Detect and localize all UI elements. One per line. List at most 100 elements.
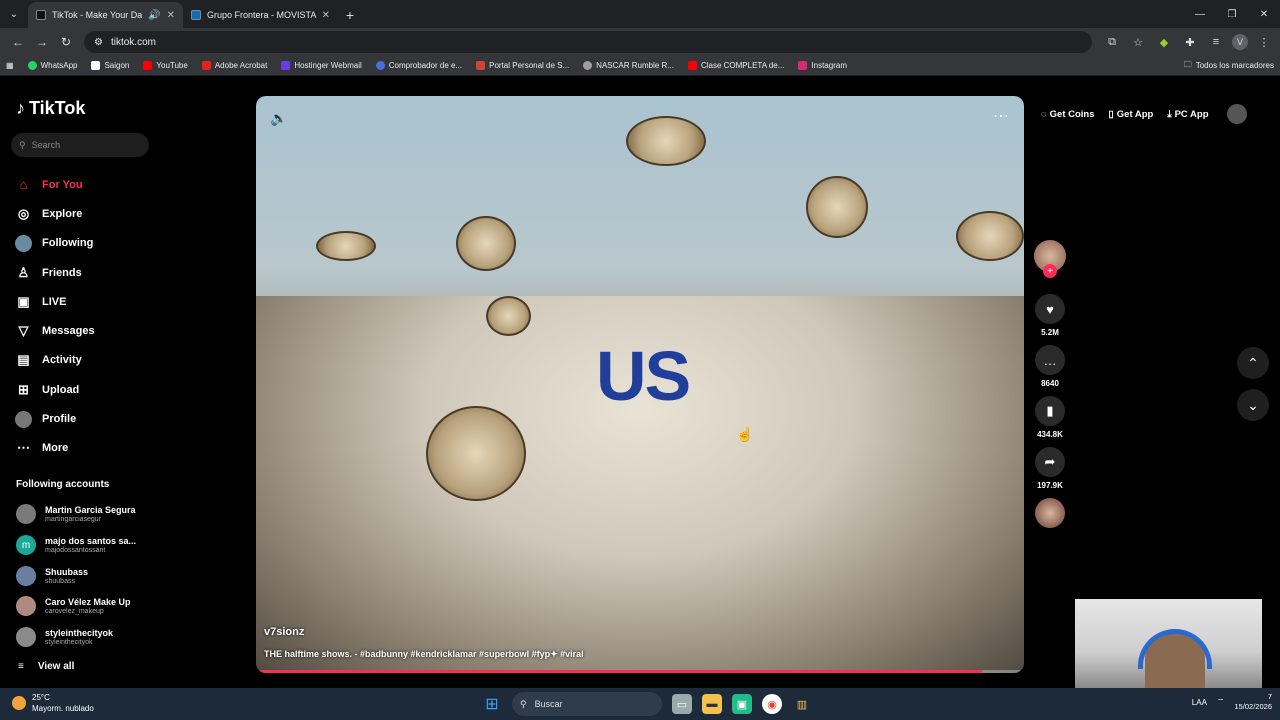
bookmark-star-icon[interactable]: ☆ [1128, 32, 1148, 52]
pc-app-button[interactable]: ⤓ PC App [1167, 109, 1208, 120]
get-app-button[interactable]: ▯ Get App [1109, 109, 1154, 120]
app-icon[interactable]: ▣ [732, 694, 752, 714]
audio-icon[interactable]: 🔊 [148, 10, 160, 21]
more-options-icon[interactable]: ⋯ [993, 106, 1010, 126]
browser-tab-strip: ⌄ TikTok - Make Your Day 🔊 ✕ Grupo Front… [0, 0, 1280, 28]
bookmark-comprobador[interactable]: Comprobador de e... [375, 61, 462, 70]
get-coins-button[interactable]: ◌ Get Coins [1041, 109, 1095, 120]
bookmark-nascar[interactable]: NASCAR Rumble R... [583, 61, 674, 70]
bookmark-whatsapp[interactable]: WhatsApp [27, 61, 77, 70]
avatar [16, 566, 36, 586]
all-bookmarks[interactable]: 🗀 Todos los marcadores [1184, 59, 1274, 73]
video-overlay-text: US [596, 337, 691, 415]
sidebar-item-messages[interactable]: ▽ Messages [15, 316, 225, 345]
save-action[interactable]: ▮ 434.8K [1034, 396, 1066, 439]
sidebar-item-upload[interactable]: ⊞ Upload [15, 375, 225, 404]
media-control-icon[interactable]: ≡ [1206, 32, 1226, 52]
comment-action[interactable]: … 8640 [1034, 345, 1066, 388]
previous-video-button[interactable]: ⌃ [1237, 347, 1269, 379]
next-video-button[interactable]: ⌄ [1237, 389, 1269, 421]
following-account[interactable]: Shuubass shuubass [16, 563, 216, 589]
sidebar-item-activity[interactable]: ▤ Activity [15, 346, 225, 375]
install-app-icon[interactable]: ⧉ [1102, 32, 1122, 52]
address-bar[interactable]: ⚙ tiktok.com [84, 31, 1092, 53]
network-icon[interactable]: ⌔ [1217, 697, 1225, 707]
new-tab-button[interactable]: + [338, 2, 362, 28]
instagram-icon [798, 61, 808, 70]
bookmark-adobe-acrobat[interactable]: Adobe Acrobat [201, 61, 267, 70]
view-all-link[interactable]: ≡ View all [18, 661, 74, 672]
following-account[interactable]: Martin Garcia Segura martingarciasegur [16, 501, 216, 527]
windows-start-icon[interactable]: ⊞ [482, 694, 502, 714]
reload-icon[interactable]: ↻ [54, 30, 78, 54]
following-account[interactable]: styleinthecityok styleinthecityok [16, 624, 216, 650]
taskbar-search[interactable]: ⚲ Buscar [512, 692, 662, 716]
comment-count: 8640 [1041, 379, 1059, 388]
chevron-up-icon: ⌃ [1247, 354, 1259, 371]
sidebar-item-explore[interactable]: ◎ Explore [15, 199, 225, 228]
search-input[interactable]: ⚲ Search [11, 133, 149, 157]
file-explorer-icon[interactable]: ▬ [702, 694, 722, 714]
bookmark-saigon[interactable]: Saigon [91, 61, 129, 70]
bookmark-instagram[interactable]: Instagram [798, 61, 847, 70]
task-view-icon[interactable]: ▭ [672, 694, 692, 714]
extensions-puzzle-icon[interactable]: ✚ [1180, 32, 1200, 52]
video-author[interactable]: v7sionz [264, 626, 304, 638]
search-icon: ⚲ [520, 698, 527, 709]
video-player[interactable]: US 🔈 ⋯ ☝ v7sionz THE halftime shows. - #… [256, 96, 1024, 673]
tab-tiktok[interactable]: TikTok - Make Your Day 🔊 ✕ [28, 2, 183, 28]
user-avatar[interactable] [1226, 104, 1247, 124]
follow-plus-icon[interactable]: + [1043, 264, 1057, 278]
pinned-app-icon[interactable]: ▥ [792, 694, 812, 714]
acrobat-icon [201, 61, 211, 70]
volume-icon[interactable]: 🔈 [270, 110, 287, 127]
clock[interactable]: 7 15/02/2026 [1234, 692, 1272, 712]
close-tab-icon[interactable]: ✕ [167, 10, 175, 21]
back-icon[interactable]: ← [6, 30, 30, 54]
video-progress-bar[interactable] [260, 670, 1020, 673]
bookmark-youtube[interactable]: YouTube [143, 61, 188, 70]
chrome-icon[interactable]: ◉ [762, 694, 782, 714]
close-tab-icon[interactable]: ✕ [322, 10, 330, 21]
chrome-menu-icon[interactable]: ⋮ [1254, 32, 1274, 52]
weather-widget[interactable]: 25°C Mayorm. nublado [12, 692, 94, 714]
maximize-icon[interactable]: ❐ [1216, 0, 1248, 28]
comment-icon[interactable]: … [1035, 345, 1065, 375]
sidebar-item-following[interactable]: Following [15, 229, 225, 258]
forward-icon[interactable]: → [30, 30, 54, 54]
tambourine [426, 406, 526, 501]
bookmark-clase-completa[interactable]: Clase COMPLETA de... [687, 61, 784, 70]
creator-avatar[interactable]: + [1034, 240, 1066, 278]
bookmarks-bar: ▦ WhatsApp Saigon YouTube Adobe Acrobat … [0, 56, 1280, 76]
sidebar-item-live[interactable]: ▣ LIVE [15, 287, 225, 316]
avatar [16, 504, 36, 524]
window-controls: — ❐ ✕ [1184, 0, 1280, 28]
tab-search-icon[interactable]: ⌄ [0, 0, 28, 28]
profile-avatar[interactable]: V [1232, 34, 1248, 50]
following-account[interactable]: m majo dos santos sa... majodossantossant [16, 532, 216, 558]
sidebar-item-more[interactable]: ⋯ More [15, 434, 225, 463]
following-accounts-title: Following accounts [16, 479, 110, 490]
heart-icon[interactable]: ♥ [1035, 294, 1065, 324]
tab-grupo-frontera[interactable]: Grupo Frontera - MOVISTAR AR ✕ [183, 2, 338, 28]
music-disc-avatar[interactable] [1035, 498, 1065, 528]
search-placeholder: Search [31, 140, 61, 150]
extension-icon[interactable]: ◆ [1154, 32, 1174, 52]
close-window-icon[interactable]: ✕ [1248, 0, 1280, 28]
minimize-icon[interactable]: — [1184, 0, 1216, 28]
share-icon[interactable]: ➦ [1035, 447, 1065, 477]
site-info-icon[interactable]: ⚙ [94, 37, 103, 48]
download-icon: ⤓ [1167, 108, 1172, 120]
sidebar-item-friends[interactable]: ♙ Friends [15, 258, 225, 287]
sidebar-item-profile[interactable]: Profile [15, 404, 225, 433]
bookmark-hostinger[interactable]: Hostinger Webmail [281, 61, 362, 70]
bookmark-icon[interactable]: ▮ [1035, 396, 1065, 426]
share-action[interactable]: ➦ 197.9K [1034, 447, 1066, 490]
bookmark-portal-personal[interactable]: Portal Personal de S... [476, 61, 569, 70]
following-account[interactable]: Caro Vélez Make Up carovelez_makeup [16, 593, 216, 619]
apps-grid-icon[interactable]: ▦ [6, 61, 14, 70]
like-action[interactable]: ♥ 5.2M [1034, 294, 1066, 337]
language-indicator[interactable]: LAA [1192, 698, 1207, 707]
tiktok-logo[interactable]: ♪ TikTok [16, 98, 85, 119]
sidebar-item-for-you[interactable]: ⌂ For You [15, 170, 225, 199]
